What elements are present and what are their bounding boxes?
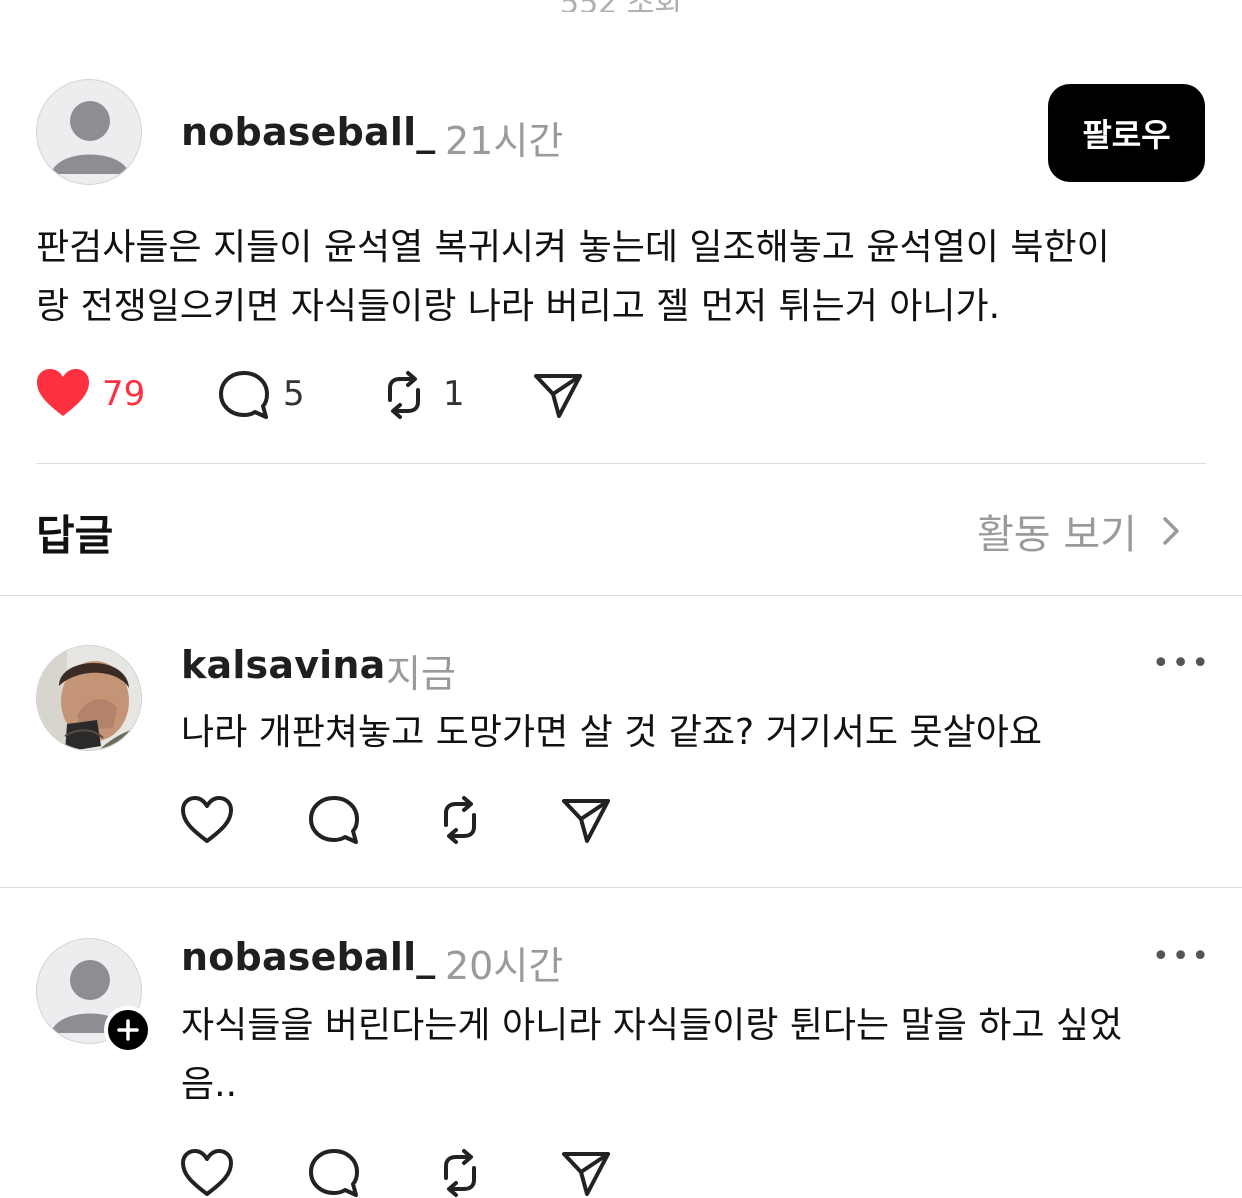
share-button[interactable] [560, 1148, 612, 1198]
chevron-right-icon [1163, 517, 1179, 545]
send-icon [534, 374, 582, 418]
comment-button[interactable] [218, 370, 270, 420]
replies-title: 답글 [36, 511, 114, 560]
send-icon [562, 799, 610, 843]
share-button[interactable] [532, 370, 584, 420]
comment-count: 5 [283, 374, 305, 414]
more-options-button[interactable]: ••• [1152, 939, 1211, 974]
comment-icon [309, 1149, 359, 1197]
like-button[interactable] [180, 795, 234, 845]
post-text-line: 판검사들은 지들이 윤석열 복귀시켜 놓는데 일조해놓고 윤석열이 북한이 [36, 227, 1110, 268]
reply-username[interactable]: kalsavina [181, 643, 386, 687]
post-text: 판검사들은 지들이 윤석열 복귀시켜 놓는데 일조해놓고 윤석열이 북한이 랑 … [36, 218, 1226, 336]
divider [0, 595, 1242, 596]
reply-text-line: 자식들을 버린다는게 아니라 자식들이랑 튄다는 말을 하고 싶었 [181, 1005, 1123, 1046]
view-activity-link[interactable]: 활동 보기 [977, 502, 1187, 560]
default-user-icon [51, 101, 129, 174]
repost-button[interactable] [434, 1148, 486, 1198]
follow-add-button[interactable] [104, 1006, 152, 1054]
divider [36, 463, 1206, 464]
follow-button[interactable]: 팔로우 [1048, 84, 1205, 182]
post-time: 21시간 [445, 119, 564, 163]
views-count: 552 조회 [0, 0, 1242, 12]
reply-avatar[interactable] [36, 645, 142, 751]
heart-filled-icon [37, 369, 89, 416]
divider [0, 887, 1242, 888]
like-count: 79 [102, 374, 146, 414]
repost-button[interactable] [378, 370, 430, 420]
send-icon [562, 1152, 610, 1196]
comment-icon [219, 371, 269, 419]
comment-button[interactable] [308, 1148, 360, 1198]
repost-button[interactable] [434, 795, 486, 845]
view-activity-label: 활동 보기 [977, 512, 1137, 558]
post-avatar[interactable] [36, 79, 142, 185]
reply-text: 나라 개판쳐놓고 도망가면 살 것 같죠? 거기서도 못살아요 [181, 712, 1042, 753]
comment-icon [309, 796, 359, 844]
reply-text-line: 음.. [181, 1064, 238, 1105]
heart-outline-icon [181, 796, 233, 843]
post-username[interactable]: nobaseball_ [181, 110, 436, 154]
plus-icon [117, 1019, 139, 1041]
reply-time: 20시간 [445, 944, 564, 988]
share-button[interactable] [560, 795, 612, 845]
reply-text: 자식들을 버린다는게 아니라 자식들이랑 튄다는 말을 하고 싶었 음.. [181, 996, 1221, 1114]
user-photo [37, 646, 141, 750]
repost-icon [444, 1149, 476, 1197]
like-button[interactable] [36, 368, 90, 418]
reply-username[interactable]: nobaseball_ [181, 935, 436, 979]
reply-time: 지금 [386, 652, 456, 696]
like-button[interactable] [180, 1148, 234, 1198]
comment-button[interactable] [308, 795, 360, 845]
repost-icon [444, 796, 476, 844]
more-options-button[interactable]: ••• [1152, 646, 1211, 681]
post-text-line: 랑 전쟁일으키면 자식들이랑 나라 버리고 젤 먼저 튀는거 아니가. [36, 286, 1001, 327]
repost-count: 1 [443, 374, 465, 414]
heart-outline-icon [181, 1149, 233, 1196]
repost-icon [388, 371, 420, 419]
